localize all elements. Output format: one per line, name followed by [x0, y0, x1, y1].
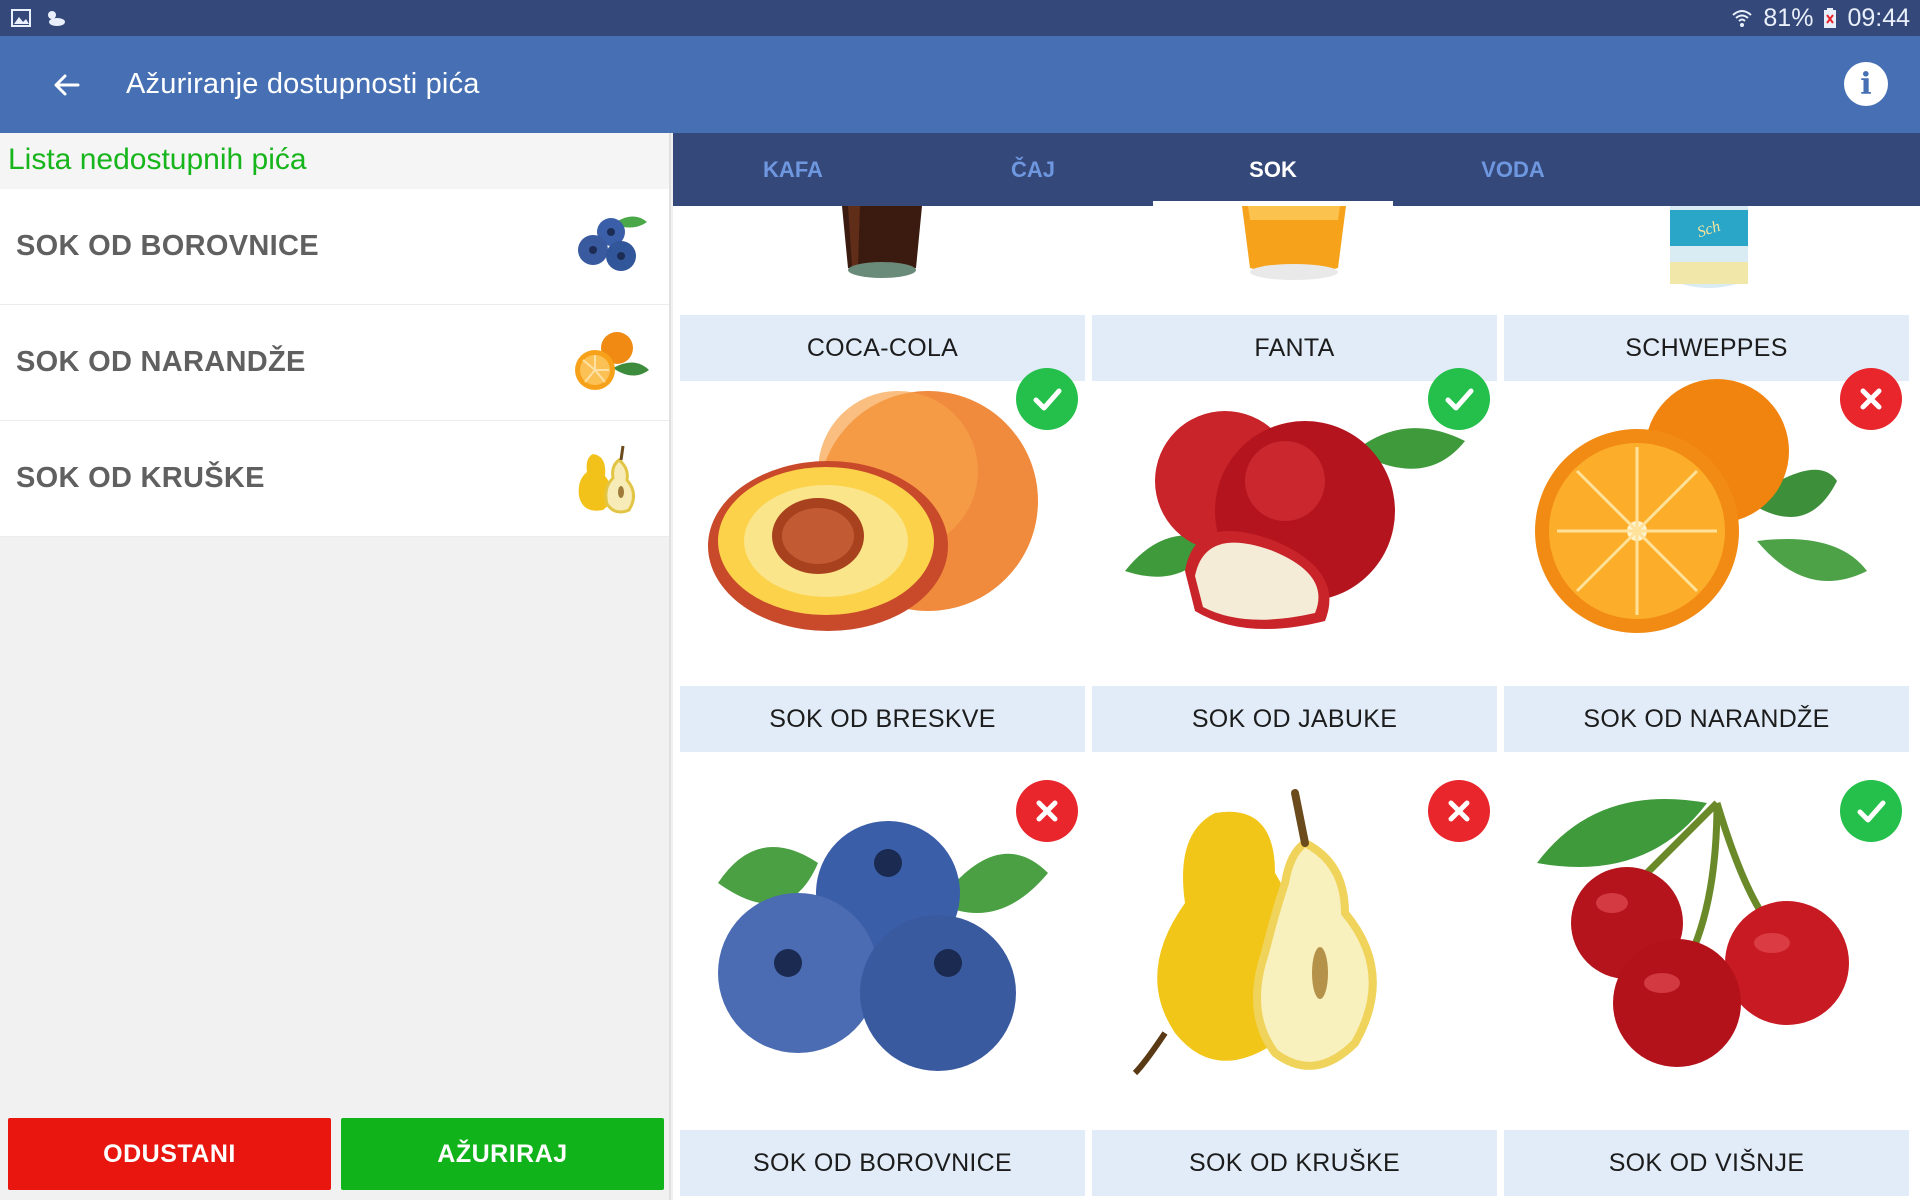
- blueberry-image: [717, 821, 1048, 1071]
- unavailable-item-label: SOK OD KRUŠKE: [16, 462, 265, 494]
- check-icon: [1857, 800, 1886, 823]
- tab-caj[interactable]: ČAJ: [913, 133, 1153, 206]
- app-bar: Ažuriranje dostupnosti pića i: [0, 36, 1920, 133]
- drink-card-visnja[interactable]: SOK OD VIŠNJE: [1504, 768, 1909, 1200]
- unavailable-item-label: SOK OD NARANDŽE: [16, 346, 306, 378]
- check-icon: [1033, 388, 1062, 411]
- back-arrow-icon: [54, 74, 80, 95]
- pear-icon: [578, 445, 635, 513]
- weather-notification-icon: [48, 11, 65, 26]
- page-title: Ažuriranje dostupnosti pića: [126, 68, 480, 100]
- drink-label: SOK OD BOROVNICE: [680, 1130, 1085, 1196]
- tab-voda[interactable]: VODA: [1393, 133, 1633, 206]
- orange-image: [1534, 379, 1867, 633]
- cancel-button[interactable]: ODUSTANI: [8, 1118, 331, 1190]
- drink-card-narandza[interactable]: SOK OD NARANDŽE: [1504, 356, 1909, 752]
- drink-card-schweppes[interactable]: Sch SCHWEPPES: [1504, 206, 1909, 381]
- unavailable-badge[interactable]: [1016, 780, 1078, 842]
- wifi-icon: [1732, 10, 1753, 27]
- gallery-notification-icon: [11, 9, 31, 27]
- close-icon: [1860, 388, 1882, 410]
- info-icon: i: [1860, 66, 1872, 102]
- check-icon: [1445, 388, 1474, 411]
- unavailable-badge[interactable]: [1840, 368, 1902, 430]
- unavailable-item-blueberry[interactable]: SOK OD BOROVNICE: [0, 189, 669, 305]
- close-icon: [1036, 800, 1058, 822]
- back-button[interactable]: [36, 55, 96, 115]
- clock: 09:44: [1847, 3, 1910, 32]
- drink-label: SOK OD JABUKE: [1092, 686, 1497, 752]
- action-buttons: ODUSTANI AŽURIRAJ: [8, 1118, 664, 1190]
- category-tabs: KAFA ČAJ SOK VODA: [673, 133, 1920, 206]
- pear-image: [1132, 789, 1377, 1076]
- drinks-grid: COCA-COLA FANTA Sch SCHWEPPES SOK OD BRE…: [673, 206, 1920, 1200]
- coca-cola-glass-image: [842, 206, 922, 278]
- drink-card-jabuka[interactable]: SOK OD JABUKE: [1092, 356, 1497, 752]
- apple-image: [1124, 411, 1465, 629]
- battery-percent: 81%: [1763, 3, 1814, 32]
- cherry-image: [1536, 799, 1849, 1067]
- drink-card-coca-cola[interactable]: COCA-COLA: [680, 206, 1085, 381]
- drink-card-fanta[interactable]: FANTA: [1092, 206, 1497, 381]
- update-button[interactable]: AŽURIRAJ: [341, 1118, 664, 1190]
- drink-label: SOK OD NARANDŽE: [1504, 686, 1909, 752]
- available-badge[interactable]: [1840, 780, 1902, 842]
- status-bar: 81% 09:44: [0, 0, 1920, 36]
- available-badge[interactable]: [1428, 368, 1490, 430]
- fanta-glass-image: [1242, 206, 1346, 280]
- unavailable-list-title: Lista nedostupnih pića: [0, 133, 669, 189]
- tab-kafa[interactable]: KAFA: [673, 133, 913, 206]
- unavailable-item-label: SOK OD BOROVNICE: [16, 230, 319, 262]
- available-badge[interactable]: [1016, 368, 1078, 430]
- peach-image: [707, 391, 1038, 631]
- unavailable-item-pear[interactable]: SOK OD KRUŠKE: [0, 421, 669, 537]
- close-icon: [1448, 800, 1470, 822]
- unavailable-badge[interactable]: [1428, 780, 1490, 842]
- info-button[interactable]: i: [1844, 62, 1888, 106]
- tab-sok[interactable]: SOK: [1153, 133, 1393, 206]
- battery-icon: [1824, 8, 1837, 28]
- drink-card-borovnica[interactable]: SOK OD BOROVNICE: [680, 768, 1085, 1200]
- drink-label: SOK OD KRUŠKE: [1092, 1130, 1497, 1196]
- drink-label: SOK OD VIŠNJE: [1504, 1130, 1909, 1196]
- drink-card-kruska[interactable]: SOK OD KRUŠKE: [1092, 768, 1497, 1200]
- drink-label: SOK OD BRESKVE: [680, 686, 1085, 752]
- drink-card-breskva[interactable]: SOK OD BRESKVE: [680, 356, 1085, 752]
- unavailable-drinks-panel: Lista nedostupnih pića SOK OD BOROVNICE …: [0, 133, 671, 1200]
- schweppes-bottle-image: Sch: [1670, 206, 1748, 288]
- unavailable-item-orange[interactable]: SOK OD NARANDŽE: [0, 305, 669, 421]
- orange-icon: [575, 331, 649, 390]
- blueberry-icon: [578, 215, 647, 271]
